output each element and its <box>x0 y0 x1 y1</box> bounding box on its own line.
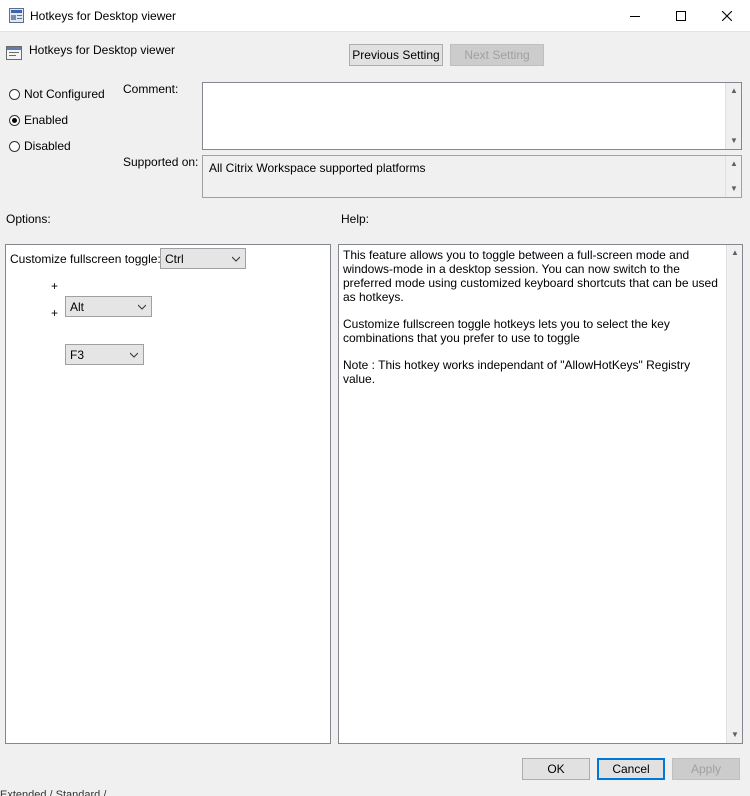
cancel-button[interactable]: Cancel <box>597 758 665 780</box>
radio-disabled-label: Disabled <box>24 139 71 153</box>
scroll-down-icon[interactable]: ▼ <box>730 185 738 193</box>
minimize-button[interactable] <box>612 0 658 32</box>
plus-sign: + <box>51 279 59 293</box>
help-paragraph-1: This feature allows you to toggle betwee… <box>343 248 718 304</box>
supported-on-label: Supported on: <box>123 155 199 169</box>
next-setting-button[interactable]: Next Setting <box>450 44 544 66</box>
radio-disabled[interactable]: Disabled <box>9 139 71 153</box>
help-paragraph-3: Note : This hotkey works independant of … <box>343 358 691 386</box>
policy-name: Hotkeys for Desktop viewer <box>29 43 176 57</box>
radio-not-configured-label: Not Configured <box>24 87 105 101</box>
key2-value: Alt <box>70 299 85 314</box>
supported-on-field: All Citrix Workspace supported platforms… <box>202 155 742 198</box>
minimize-icon <box>630 16 640 17</box>
scroll-down-icon[interactable]: ▼ <box>731 731 739 739</box>
scroll-up-icon[interactable]: ▲ <box>730 160 738 168</box>
options-panel: Customize fullscreen toggle: Ctrl + Alt … <box>5 244 331 744</box>
key1-value: Ctrl <box>165 251 184 266</box>
toggle-label: Customize fullscreen toggle: <box>10 252 161 266</box>
help-label: Help: <box>341 212 370 226</box>
help-paragraph-2: Customize fullscreen toggle hotkeys lets… <box>343 317 670 345</box>
policy-setting-icon <box>6 46 22 60</box>
apply-button[interactable]: Apply <box>672 758 740 780</box>
window-title: Hotkeys for Desktop viewer <box>30 9 177 23</box>
comment-textarea[interactable]: ▲ ▼ <box>202 82 742 150</box>
help-scrollbar[interactable]: ▲ ▼ <box>726 245 742 743</box>
maximize-icon <box>676 11 686 21</box>
scroll-up-icon[interactable]: ▲ <box>730 87 738 95</box>
key1-select[interactable]: Ctrl <box>160 248 246 269</box>
key3-select[interactable]: F3 <box>65 344 144 365</box>
comment-scrollbar[interactable]: ▲ ▼ <box>725 83 741 149</box>
scroll-up-icon[interactable]: ▲ <box>731 249 739 257</box>
help-panel: This feature allows you to toggle betwee… <box>338 244 743 744</box>
help-text: This feature allows you to toggle betwee… <box>343 248 723 399</box>
chevron-down-icon <box>130 352 138 358</box>
key2-select[interactable]: Alt <box>65 296 152 317</box>
ok-button[interactable]: OK <box>522 758 590 780</box>
scroll-down-icon[interactable]: ▼ <box>730 137 738 145</box>
chevron-down-icon <box>232 256 240 262</box>
close-button[interactable] <box>704 0 750 32</box>
supported-scrollbar[interactable]: ▲ ▼ <box>725 156 741 197</box>
radio-enabled-circle[interactable] <box>9 114 20 126</box>
plus-sign: + <box>51 306 59 320</box>
background-tabs: Extended / Standard / <box>0 789 107 796</box>
previous-setting-button[interactable]: Previous Setting <box>349 44 443 66</box>
maximize-button[interactable] <box>658 0 704 32</box>
title-bar[interactable]: Hotkeys for Desktop viewer <box>0 0 750 32</box>
policy-window-icon <box>9 8 24 23</box>
radio-enabled-label: Enabled <box>24 113 69 127</box>
chevron-down-icon <box>138 304 146 310</box>
radio-disabled-circle[interactable] <box>9 140 20 152</box>
comment-label: Comment: <box>123 82 179 96</box>
radio-not-configured-circle[interactable] <box>9 88 20 100</box>
close-icon <box>722 11 732 21</box>
supported-on-value: All Citrix Workspace supported platforms <box>209 161 426 175</box>
options-label: Options: <box>6 212 51 226</box>
radio-not-configured[interactable]: Not Configured <box>9 87 105 101</box>
radio-enabled[interactable]: Enabled <box>9 113 68 127</box>
key3-value: F3 <box>70 347 85 362</box>
